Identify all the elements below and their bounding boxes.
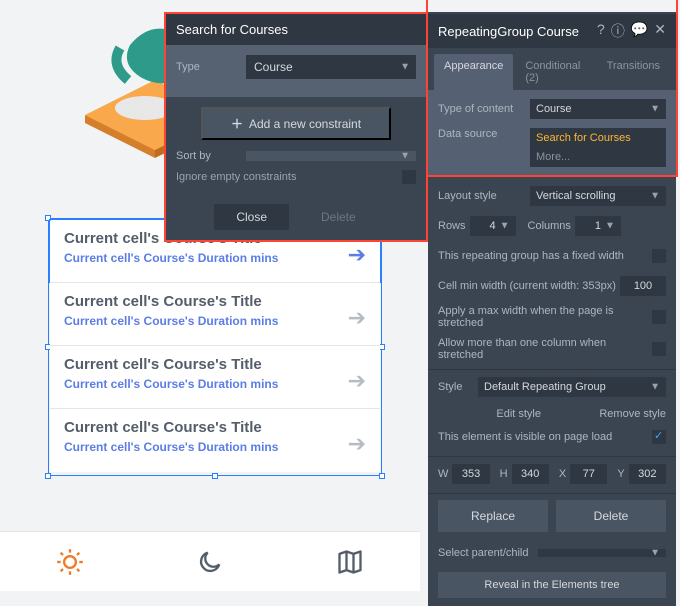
ignore-empty-checkbox[interactable] — [402, 170, 416, 184]
style-label: Style — [438, 381, 478, 393]
rows-input[interactable]: 4▼ — [470, 216, 516, 236]
rows-label: Rows — [438, 220, 466, 232]
tab-conditional[interactable]: Conditional (2) — [515, 54, 594, 90]
caret-down-icon: ▼ — [400, 62, 410, 73]
add-constraint-button[interactable]: ＋Add a new constraint — [201, 107, 391, 140]
caret-down-icon: ▼ — [500, 221, 510, 232]
search-constraints-popup: Search for Courses Type Course▼ ＋Add a n… — [164, 12, 428, 242]
help-icon[interactable]: ? — [597, 21, 605, 41]
element-title: RepeatingGroup Course — [438, 24, 579, 39]
remove-style-link[interactable]: Remove style — [599, 408, 666, 420]
caret-down-icon: ▼ — [605, 221, 615, 232]
cell-min-width-input[interactable]: 100 — [620, 276, 666, 296]
delete-button[interactable]: Delete — [556, 500, 666, 532]
sort-by-select[interactable]: ▼ — [246, 151, 416, 161]
select-parent-select[interactable]: ▼ — [538, 549, 666, 557]
w-input[interactable]: 353 — [452, 464, 489, 484]
edit-style-link[interactable]: Edit style — [496, 408, 541, 420]
columns-label: Columns — [528, 220, 571, 232]
list-item[interactable]: Current cell's Course's Title Current ce… — [50, 283, 380, 346]
y-label: Y — [617, 468, 624, 480]
layout-style-label: Layout style — [438, 190, 530, 202]
max-width-label: Apply a max width when the page is stret… — [438, 305, 652, 329]
caret-down-icon: ▼ — [650, 191, 660, 202]
close-button[interactable]: Close — [214, 204, 289, 230]
close-icon[interactable]: ✕ — [654, 21, 666, 41]
moon-icon[interactable] — [196, 548, 224, 576]
caret-down-icon: ▼ — [400, 151, 410, 162]
arrow-right-icon: ➔ — [348, 305, 366, 331]
cell-min-width-label: Cell min width (current width: 353px) — [438, 280, 620, 292]
arrow-right-icon: ➔ — [348, 431, 366, 457]
h-input[interactable]: 340 — [512, 464, 549, 484]
repeating-group-preview[interactable]: Current cell's Course's Title Current ce… — [50, 220, 380, 472]
plus-icon: ＋ — [231, 115, 243, 132]
visible-checkbox[interactable] — [652, 430, 666, 444]
caret-down-icon: ▼ — [650, 104, 660, 115]
w-label: W — [438, 468, 448, 480]
more-col-label: Allow more than one column when stretche… — [438, 337, 652, 361]
bottom-nav — [0, 531, 420, 591]
select-parent-label: Select parent/child — [438, 547, 538, 559]
cell-title: Current cell's Course's Title — [64, 419, 366, 436]
cell-title: Current cell's Course's Title — [64, 293, 366, 310]
info-icon[interactable]: ⓘ — [611, 21, 625, 41]
list-item[interactable]: Current cell's Course's Title Current ce… — [50, 346, 380, 409]
replace-button[interactable]: Replace — [438, 500, 548, 532]
visible-label: This element is visible on page load — [438, 431, 652, 443]
data-source-label: Data source — [438, 128, 530, 140]
arrow-right-icon: ➔ — [348, 368, 366, 394]
list-item[interactable]: Current cell's Course's Title Current ce… — [50, 409, 380, 472]
panel-tabs: Appearance Conditional (2) Transitions — [428, 48, 676, 90]
cell-subtitle: Current cell's Course's Duration mins — [64, 314, 366, 328]
data-source-more[interactable]: More... — [530, 147, 666, 167]
arrow-right-icon: ➔ — [348, 242, 366, 268]
columns-input[interactable]: 1▼ — [575, 216, 621, 236]
max-width-checkbox[interactable] — [652, 310, 666, 324]
reveal-button[interactable]: Reveal in the Elements tree — [438, 572, 666, 598]
ignore-empty-label: Ignore empty constraints — [176, 171, 296, 183]
more-col-checkbox[interactable] — [652, 342, 666, 356]
x-input[interactable]: 77 — [570, 464, 607, 484]
caret-down-icon: ▼ — [650, 382, 660, 393]
cell-subtitle: Current cell's Course's Duration mins — [64, 440, 366, 454]
map-icon[interactable] — [336, 548, 364, 576]
property-panel: RepeatingGroup Course ? ⓘ 💬 ✕ Appearance… — [428, 12, 676, 606]
delete-button[interactable]: Delete — [299, 204, 378, 230]
cell-title: Current cell's Course's Title — [64, 356, 366, 373]
y-input[interactable]: 302 — [629, 464, 666, 484]
type-select[interactable]: Course▼ — [246, 55, 416, 79]
cell-subtitle: Current cell's Course's Duration mins — [64, 251, 366, 265]
popup-title: Search for Courses — [166, 14, 426, 45]
style-select[interactable]: Default Repeating Group▼ — [478, 377, 666, 397]
caret-down-icon: ▼ — [650, 548, 660, 559]
fixed-width-label: This repeating group has a fixed width — [438, 250, 652, 262]
x-label: X — [559, 468, 566, 480]
cell-subtitle: Current cell's Course's Duration mins — [64, 377, 366, 391]
type-of-content-label: Type of content — [438, 103, 530, 115]
fixed-width-checkbox[interactable] — [652, 249, 666, 263]
type-label: Type — [176, 61, 246, 73]
tab-appearance[interactable]: Appearance — [434, 54, 513, 90]
comment-icon[interactable]: 💬 — [631, 21, 648, 41]
h-label: H — [500, 468, 508, 480]
sort-by-label: Sort by — [176, 150, 246, 162]
highlight-box: RepeatingGroup Course ? ⓘ 💬 ✕ Appearance… — [426, 0, 678, 177]
data-source-input[interactable]: Search for Courses — [530, 128, 666, 148]
sun-icon[interactable] — [56, 548, 84, 576]
layout-style-select[interactable]: Vertical scrolling▼ — [530, 186, 666, 206]
tab-transitions[interactable]: Transitions — [597, 54, 670, 90]
type-of-content-select[interactable]: Course▼ — [530, 99, 666, 119]
